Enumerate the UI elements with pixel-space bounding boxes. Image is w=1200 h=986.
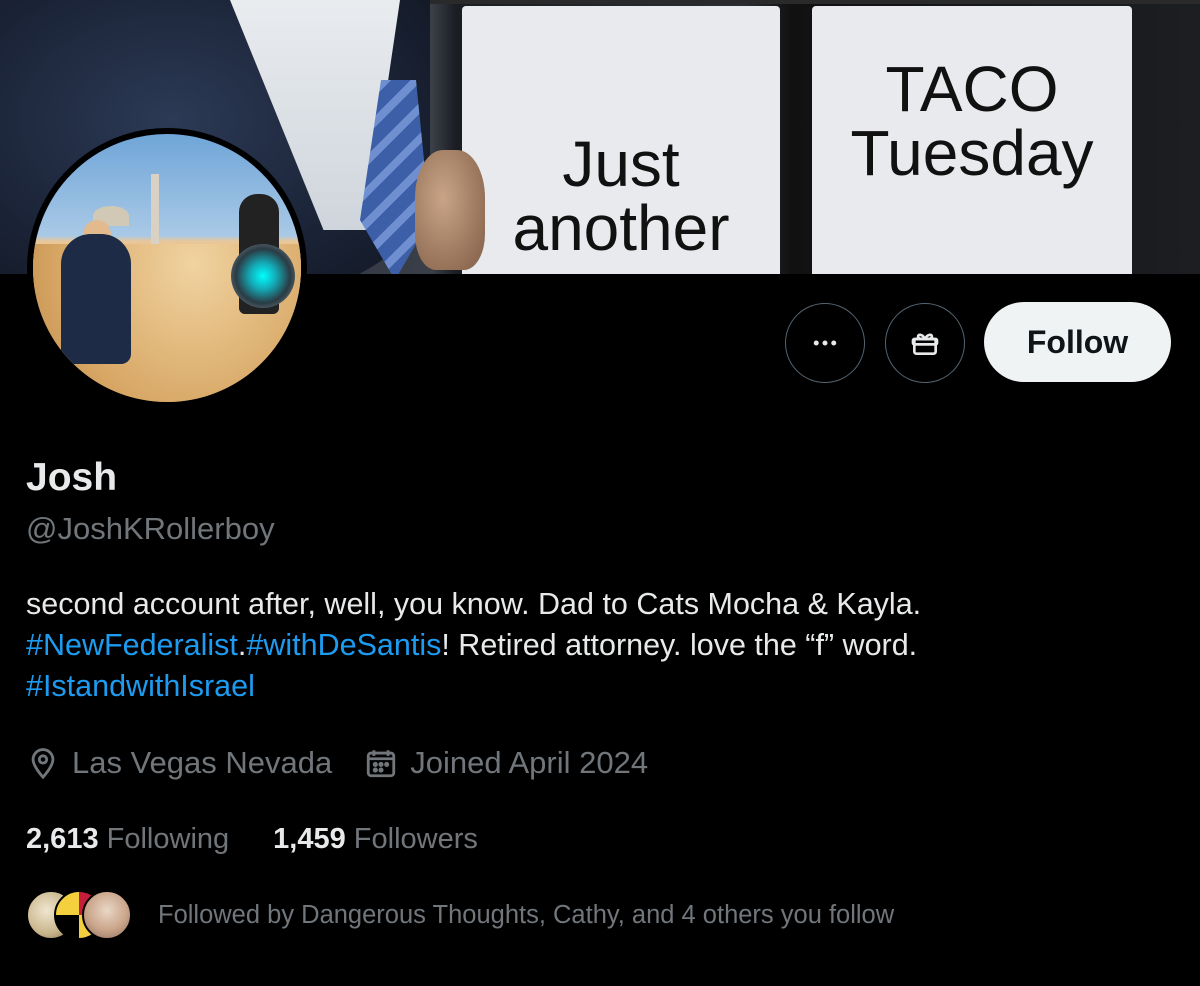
sign-right-line2: Tuesday — [850, 117, 1094, 189]
follow-button[interactable]: Follow — [984, 302, 1171, 382]
followers-count: 1,459 — [273, 823, 346, 855]
followers-label: Followers — [353, 823, 478, 855]
sign-left-line1: Just — [562, 128, 680, 200]
follow-stats: 2,613 Following 1,459 Followers — [26, 823, 522, 856]
calendar-icon — [367, 750, 396, 778]
avatar-minaret — [151, 174, 159, 244]
hashtag-istandwithisrael[interactable]: #IstandwithIsrael — [26, 669, 255, 703]
avatar-glowing-drum — [231, 244, 295, 308]
followed-by-text: Followed by Dangerous Thoughts, Cathy, a… — [158, 900, 895, 929]
banner-sign-right: TACO Tuesday — [812, 6, 1132, 274]
location-text: Las Vegas Nevada — [72, 745, 333, 780]
joined-text: Joined April 2024 — [410, 745, 649, 780]
hashtag-newfederalist[interactable]: #NewFederalist — [26, 628, 238, 662]
avatar-figure-kneeling — [61, 234, 131, 364]
profile-bio: second account after, well, you know. Da… — [26, 584, 1176, 707]
gift-button[interactable] — [885, 303, 965, 383]
banner-hand — [415, 150, 485, 270]
display-name: Josh — [26, 456, 118, 499]
profile-meta: Las Vegas Nevada Joined April 2024 — [26, 745, 680, 781]
following-label: Following — [106, 823, 230, 855]
followers-link[interactable]: 1,459 Followers — [273, 823, 478, 856]
following-count: 2,613 — [26, 823, 99, 855]
location-pin-icon — [31, 748, 55, 780]
bio-text-line1: second account after, well, you know. Da… — [26, 587, 922, 621]
more-options-button[interactable] — [785, 303, 865, 383]
gift-icon — [911, 333, 939, 355]
joined-item: Joined April 2024 — [364, 745, 648, 781]
mutual-avatars — [26, 890, 136, 940]
mutual-avatar-3 — [82, 890, 132, 940]
followed-by-row[interactable]: Followed by Dangerous Thoughts, Cathy, a… — [26, 890, 894, 940]
banner-sign-left: Just another — [462, 6, 780, 274]
profile-avatar[interactable] — [27, 128, 307, 408]
sign-right-line1: TACO — [885, 53, 1059, 125]
bio-text-rest: ! Retired attorney. love the “f” word. — [441, 628, 918, 662]
user-handle: @JoshKRollerboy — [26, 511, 275, 546]
hashtag-withdesantis[interactable]: #withDeSantis — [246, 628, 441, 662]
following-link[interactable]: 2,613 Following — [26, 823, 229, 856]
sign-left-line2: another — [512, 192, 730, 264]
more-horizontal-icon — [813, 340, 837, 346]
location-item: Las Vegas Nevada — [26, 745, 332, 781]
